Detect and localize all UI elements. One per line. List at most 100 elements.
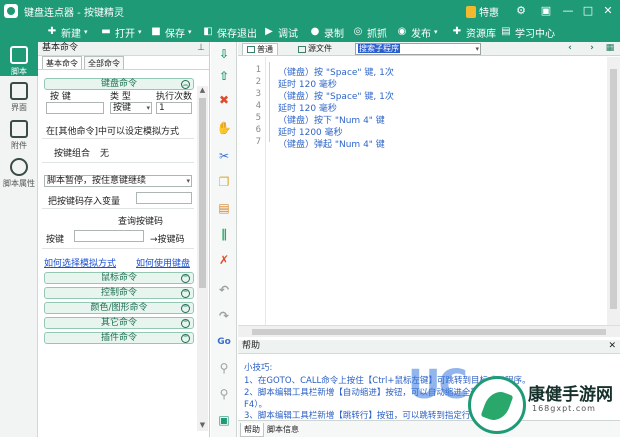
cut-icon[interactable]: ✂	[215, 148, 233, 164]
save-icon: ■	[151, 26, 161, 37]
tab-script-info[interactable]: 脚本信息	[264, 423, 302, 436]
new-button[interactable]: ✚ 新建 ▾	[46, 24, 88, 40]
close-icon[interactable]: ✕	[608, 340, 616, 353]
line-number: 2	[255, 77, 261, 87]
control-command-group[interactable]: 控制命令 ︾	[44, 287, 194, 299]
store-var-input[interactable]	[136, 192, 192, 204]
keycode-label: →按键码	[150, 235, 185, 245]
rail-ui[interactable]: 界面	[0, 82, 38, 113]
debug-button[interactable]: ▶ 调试	[263, 24, 298, 40]
resource-icon: ✚	[452, 26, 462, 37]
type-select[interactable]: 按键 ▾	[110, 102, 152, 114]
watermark-uc-text: UC	[408, 362, 468, 408]
editor-horizontal-scrollbar[interactable]	[238, 325, 620, 337]
comment-icon[interactable]: ∥	[215, 226, 233, 242]
expand-icon: ︾	[181, 289, 190, 298]
save-button[interactable]: ■ 保存 ▾	[150, 24, 191, 40]
panel-scrollbar[interactable]: ▲ ▼	[197, 86, 208, 431]
divider	[42, 208, 194, 209]
code-editor[interactable]: 1 2 3 4 5 6 7 （键盘）按 "Space" 键, 1次 延时 120…	[238, 57, 607, 325]
mouse-command-group[interactable]: 鼠标命令 ︾	[44, 272, 194, 284]
copy-icon[interactable]: ❐	[215, 174, 233, 190]
collapse-icon: ︽	[181, 80, 190, 89]
maximize-button[interactable]: □	[580, 3, 596, 19]
subroutine-search[interactable]: 搜索子程序 ▾	[355, 43, 481, 55]
save-exit-button[interactable]: ◧ 保存退出	[202, 24, 257, 40]
tab-all-commands[interactable]: 全部命令	[84, 56, 124, 69]
capture-button[interactable]: ◎ 抓抓	[352, 24, 387, 40]
color-image-command-group[interactable]: 颜色/图形命令 ︾	[44, 302, 194, 314]
other-command-group[interactable]: 其它命令 ︾	[44, 317, 194, 329]
rail-script[interactable]: 脚本	[0, 42, 38, 76]
scroll-thumb[interactable]	[252, 329, 606, 335]
scroll-thumb[interactable]	[610, 69, 617, 309]
pin-icon[interactable]: ⊥	[197, 42, 205, 55]
new-icon: ✚	[47, 26, 57, 37]
line-number: 7	[255, 137, 261, 147]
how-to-choose-mode-link[interactable]: 如何选择模拟方式	[44, 256, 116, 269]
ui-grid-icon	[10, 82, 28, 100]
chevron-down-icon: ▾	[146, 104, 150, 112]
window-icon[interactable]: ▣	[215, 412, 233, 428]
open-button[interactable]: ▬ 打开 ▾	[100, 24, 141, 40]
record-button[interactable]: ● 录制	[309, 24, 344, 40]
expand-icon: ︾	[181, 274, 190, 283]
count-input[interactable]: 1	[156, 102, 192, 114]
plugin-command-group[interactable]: 插件命令 ︾	[44, 332, 194, 344]
mode-hint: 在[其他命令]中可以设定模拟方式	[46, 127, 180, 137]
how-to-use-keyboard-link[interactable]: 如何使用键盘	[136, 256, 190, 269]
rail-attach[interactable]: 附件	[0, 120, 38, 151]
scroll-up-icon[interactable]: ▲	[197, 86, 208, 96]
script-icon	[10, 46, 28, 64]
key-input[interactable]	[46, 102, 104, 114]
skin-icon[interactable]: ▣	[538, 3, 554, 19]
rail-props[interactable]: 脚本属性	[0, 158, 38, 189]
pause-select-value: 脚本暂停，按住意键继续	[47, 176, 147, 186]
publish-button[interactable]: ◉ 发布 ▾	[396, 24, 438, 40]
goto-icon[interactable]: Go	[215, 334, 233, 350]
code-line[interactable]: （键盘）弹起 "Num 4" 键	[278, 137, 385, 150]
help-panel-header: 帮助 ✕	[238, 340, 620, 354]
delete-icon[interactable]: ✖	[215, 92, 233, 108]
undo-icon[interactable]: ↶	[215, 282, 233, 298]
rail-ui-label: 界面	[11, 103, 27, 112]
move-up-icon[interactable]: ⇧	[215, 68, 233, 84]
redo-icon[interactable]: ↷	[215, 308, 233, 324]
key-column-label: 按 键	[50, 92, 71, 102]
prev-icon[interactable]: ‹	[563, 43, 577, 55]
find-icon[interactable]: ⚲	[215, 360, 233, 376]
minimize-button[interactable]: —	[560, 3, 576, 19]
expand-icon: ︾	[181, 304, 190, 313]
scroll-thumb[interactable]	[199, 98, 206, 288]
debug-label: 调试	[278, 28, 298, 40]
grid-view-icon[interactable]: ▦	[603, 43, 617, 55]
vip-offer[interactable]: 特惠	[466, 4, 499, 19]
pause-select[interactable]: 脚本暂停，按住意键继续 ▾	[44, 175, 192, 187]
next-icon[interactable]: ›	[585, 43, 599, 55]
resources-button[interactable]: ✚ 资源库	[451, 24, 496, 40]
line-number-gutter: 1 2 3 4 5 6 7	[238, 57, 266, 325]
edit-tool-strip: ⇩ ⇧ ✖ ✋ ✂ ❐ ▤ ∥ ✗ ↶ ↷ Go ⚲ ⚲ ▣	[211, 42, 237, 437]
tab-basic-commands[interactable]: 基本命令	[42, 56, 82, 69]
uncomment-icon[interactable]: ✗	[215, 252, 233, 268]
settings-icon[interactable]: ⚙	[513, 3, 529, 19]
vip-badge-icon	[466, 5, 476, 18]
tab-normal-view[interactable]: 普通	[242, 43, 278, 55]
divider	[42, 248, 194, 249]
record-label: 录制	[324, 28, 344, 40]
hand-icon[interactable]: ✋	[215, 120, 233, 136]
editor-vertical-scrollbar[interactable]	[607, 57, 620, 325]
scroll-down-icon[interactable]: ▼	[197, 421, 208, 431]
move-down-icon[interactable]: ⇩	[215, 46, 233, 62]
close-button[interactable]: ✕	[600, 3, 616, 19]
query-key-input[interactable]	[74, 230, 144, 242]
tab-source-view[interactable]: 源文件	[294, 43, 336, 55]
app-logo-icon	[4, 4, 18, 18]
replace-icon[interactable]: ⚲	[215, 386, 233, 402]
type-column-label: 类 型	[110, 92, 131, 102]
combo-value[interactable]: 无	[100, 146, 109, 159]
paste-icon[interactable]: ▤	[215, 200, 233, 216]
tab-help[interactable]: 帮助	[240, 423, 264, 437]
learn-center-button[interactable]: ▤ 学习中心	[500, 24, 555, 40]
site-watermark: UC 康健手游网 168gxpt.com	[400, 358, 620, 437]
